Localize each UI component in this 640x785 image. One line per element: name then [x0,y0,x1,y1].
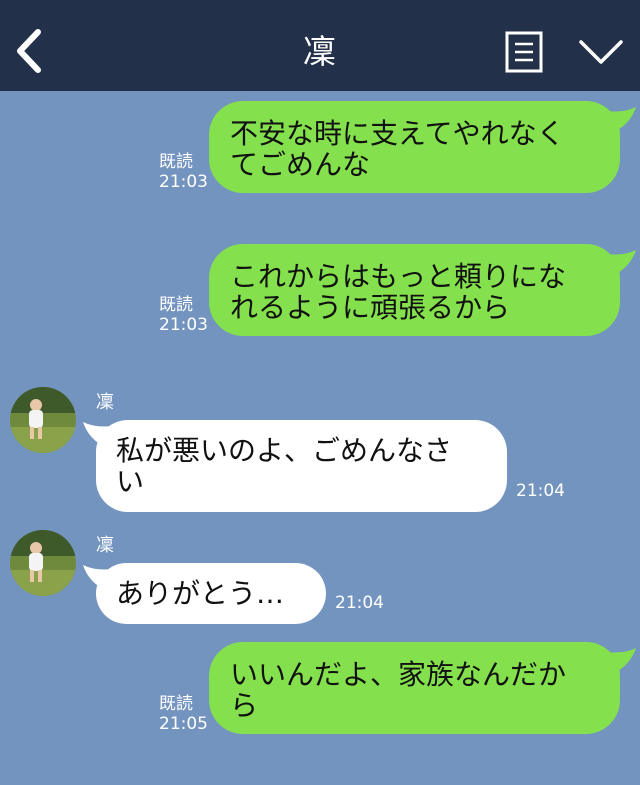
chevron-down-icon [579,40,623,64]
message-time: 21:03 [159,315,208,335]
chat-header: 凜 [0,0,640,91]
avatar[interactable] [10,530,76,596]
avatar[interactable] [10,387,76,453]
sender-name: 凜 [96,392,114,413]
message-status: 既読 21:03 [159,152,208,192]
child-photo-icon [10,530,76,596]
message-time: 21:04 [335,593,384,613]
read-receipt: 既読 [159,295,193,315]
read-receipt: 既読 [159,152,193,172]
message-bubble[interactable]: いいんだよ、家族なんだか ら [209,642,620,734]
message-time: 21:03 [159,172,208,192]
message-bubble[interactable]: これからはもっと頼りにな れるように頑張るから [209,244,620,336]
read-receipt: 既読 [159,694,193,714]
note-button[interactable] [505,31,543,73]
message-bubble[interactable]: 私が悪いのよ、ごめんなさ い [96,420,507,512]
message-bubble[interactable]: ありがとう… [96,563,326,624]
message-status: 既読 21:05 [159,694,208,734]
sender-name: 凜 [96,535,114,556]
child-photo-icon [10,387,76,453]
message-time: 21:05 [159,714,208,734]
message-time: 21:04 [516,481,565,501]
chat-title: 凜 [303,32,337,71]
message-status: 既読 21:03 [159,295,208,335]
note-icon [505,31,543,73]
message-bubble[interactable]: 不安な時に支えてやれなく てごめんな [209,101,620,193]
menu-toggle-button[interactable] [578,38,624,66]
